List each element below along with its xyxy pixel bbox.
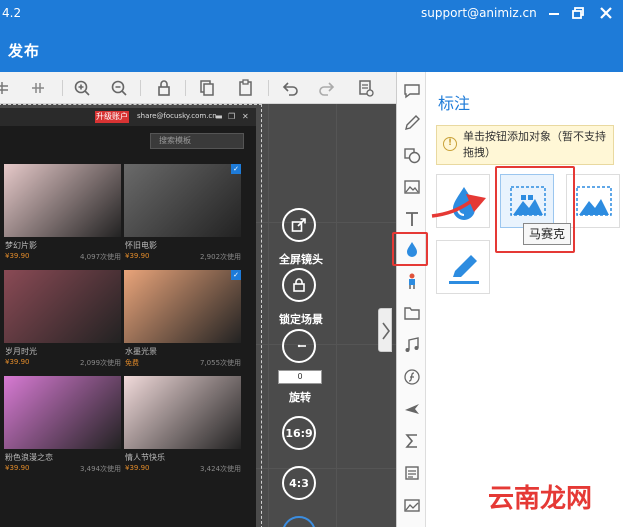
fullscreen-lens-button[interactable] <box>282 208 316 242</box>
pointer-arrow-icon <box>431 194 486 218</box>
plane-icon[interactable] <box>403 400 421 418</box>
toolbar-divider <box>268 80 269 96</box>
toolbar-divider <box>185 80 186 96</box>
publish-button[interactable]: 发布 <box>8 40 40 61</box>
image-icon[interactable] <box>403 178 421 196</box>
pencil-icon[interactable] <box>403 114 421 132</box>
copy-icon[interactable] <box>197 78 217 98</box>
ratio-16-9-button[interactable]: 16:9 <box>282 416 316 450</box>
redo-icon[interactable] <box>317 78 337 98</box>
object-icon-bar <box>396 72 426 527</box>
rotate-dial[interactable] <box>282 329 316 363</box>
comment-icon[interactable] <box>403 82 421 100</box>
align-left-icon[interactable] <box>0 78 12 98</box>
selection-frame[interactable] <box>0 104 262 527</box>
page-settings-icon[interactable] <box>356 78 376 98</box>
align-center-icon[interactable] <box>28 78 48 98</box>
text-icon[interactable] <box>403 210 421 228</box>
highlighter-tool[interactable] <box>436 240 490 294</box>
ratio-16-9-label: 16:9 <box>285 427 313 440</box>
lock-scene-button[interactable] <box>282 268 316 302</box>
ratio-4-3-button[interactable]: 4:3 <box>282 466 316 500</box>
hint-box: ! 单击按钮添加对象（暂不支持拖拽） <box>436 125 614 165</box>
hint-text: 单击按钮添加对象（暂不支持拖拽） <box>463 130 606 159</box>
grid-line <box>336 104 337 527</box>
zoom-out-icon[interactable] <box>109 78 129 98</box>
grid-line <box>268 104 269 527</box>
shapes-icon[interactable] <box>403 146 421 164</box>
minimize-icon[interactable] <box>546 5 562 21</box>
watermark-logo: 云南龙网 <box>488 484 593 514</box>
fullscreen-lens-label: 全屏镜头 <box>279 253 323 266</box>
music-icon[interactable] <box>403 336 421 354</box>
app-window: 4.2 support@animiz.cn 发布 升级账户 share@focu… <box>0 0 623 527</box>
menu-bar: 发布 <box>0 30 623 72</box>
editor-canvas[interactable]: 升级账户 share@focusky.com.cn ▬ ❐ ✕ 搜索模板 梦幻片… <box>0 104 396 527</box>
annotation-panel: 标注 ! 单击按钮添加对象（暂不支持拖拽） <box>426 72 623 527</box>
restore-icon[interactable] <box>570 5 586 21</box>
version-label: 4.2 <box>2 6 22 20</box>
toolbar-divider <box>140 80 141 96</box>
image-region-icon <box>576 186 612 216</box>
lock-scene-label: 锁定场景 <box>279 313 323 326</box>
formula-icon[interactable] <box>403 368 421 386</box>
ratio-4-3-label: 4:3 <box>289 477 309 490</box>
close-icon[interactable] <box>598 5 614 21</box>
gallery-icon[interactable] <box>403 496 421 514</box>
lock-icon[interactable] <box>154 78 174 98</box>
highlight-box-icon <box>392 232 428 266</box>
highlight-box-mosaic <box>495 166 575 253</box>
rotate-label: 旋转 <box>289 391 311 404</box>
panel-title: 标注 <box>438 94 471 113</box>
paste-icon[interactable] <box>236 78 256 98</box>
panel-collapse-tab[interactable] <box>378 308 392 352</box>
document-icon[interactable] <box>403 464 421 482</box>
character-icon[interactable] <box>403 272 421 290</box>
title-bar: 4.2 support@animiz.cn <box>0 0 623 30</box>
zoom-in-icon[interactable] <box>72 78 92 98</box>
undo-icon[interactable] <box>280 78 300 98</box>
support-email[interactable]: support@animiz.cn <box>421 6 537 20</box>
toolbar <box>0 72 396 104</box>
folder-icon[interactable] <box>403 304 421 322</box>
info-icon: ! <box>443 137 457 151</box>
rotate-value-input[interactable]: 0 <box>278 370 322 384</box>
highlighter-icon <box>449 255 479 284</box>
toolbar-divider <box>62 80 63 96</box>
sigma-icon[interactable] <box>403 432 421 450</box>
